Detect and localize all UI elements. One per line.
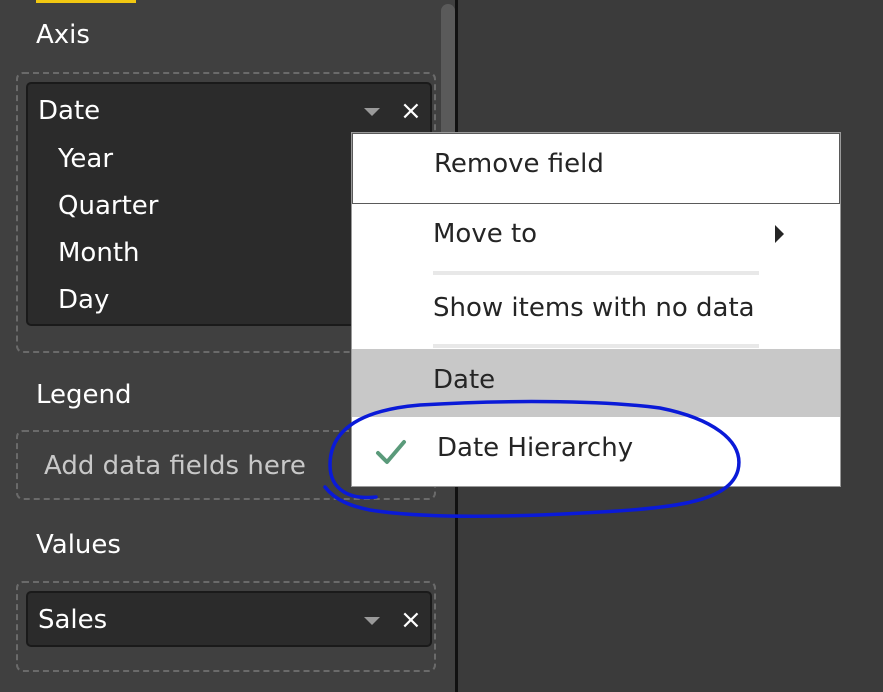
menu-item-date[interactable]: Date bbox=[352, 349, 840, 417]
menu-item-move-to[interactable]: Move to bbox=[352, 205, 840, 269]
hierarchy-item-day[interactable]: Day bbox=[58, 285, 109, 315]
chevron-down-icon[interactable] bbox=[364, 617, 380, 625]
axis-section-label: Axis bbox=[36, 20, 90, 50]
values-field-name: Sales bbox=[38, 605, 108, 635]
field-context-menu: Remove field Move to Show items with no … bbox=[351, 132, 841, 487]
menu-item-label: Show items with no data bbox=[433, 293, 755, 323]
menu-item-remove-field[interactable]: Remove field bbox=[352, 133, 840, 204]
caret-right-icon bbox=[775, 225, 784, 243]
menu-item-show-items-no-data[interactable]: Show items with no data bbox=[352, 275, 840, 345]
menu-item-label: Move to bbox=[433, 219, 538, 249]
menu-separator bbox=[433, 344, 759, 348]
menu-item-label: Remove field bbox=[434, 149, 604, 179]
legend-placeholder: Add data fields here bbox=[44, 451, 306, 481]
close-icon[interactable]: × bbox=[400, 607, 422, 633]
hierarchy-item-quarter[interactable]: Quarter bbox=[58, 191, 158, 221]
close-icon[interactable]: × bbox=[400, 98, 422, 124]
values-section-label: Values bbox=[36, 530, 121, 560]
hierarchy-item-month[interactable]: Month bbox=[58, 238, 140, 268]
active-tab-indicator bbox=[36, 0, 136, 3]
values-field-card-sales[interactable]: Sales × bbox=[26, 591, 432, 647]
menu-item-date-hierarchy[interactable]: Date Hierarchy bbox=[352, 417, 840, 487]
values-well[interactable]: Sales × bbox=[16, 581, 436, 672]
menu-item-label: Date bbox=[433, 365, 496, 395]
menu-item-label: Date Hierarchy bbox=[437, 433, 634, 463]
hierarchy-item-year[interactable]: Year bbox=[58, 144, 113, 174]
chevron-down-icon[interactable] bbox=[364, 108, 380, 116]
axis-field-name: Date bbox=[38, 96, 101, 126]
legend-section-label: Legend bbox=[36, 380, 132, 410]
check-icon bbox=[376, 440, 406, 464]
